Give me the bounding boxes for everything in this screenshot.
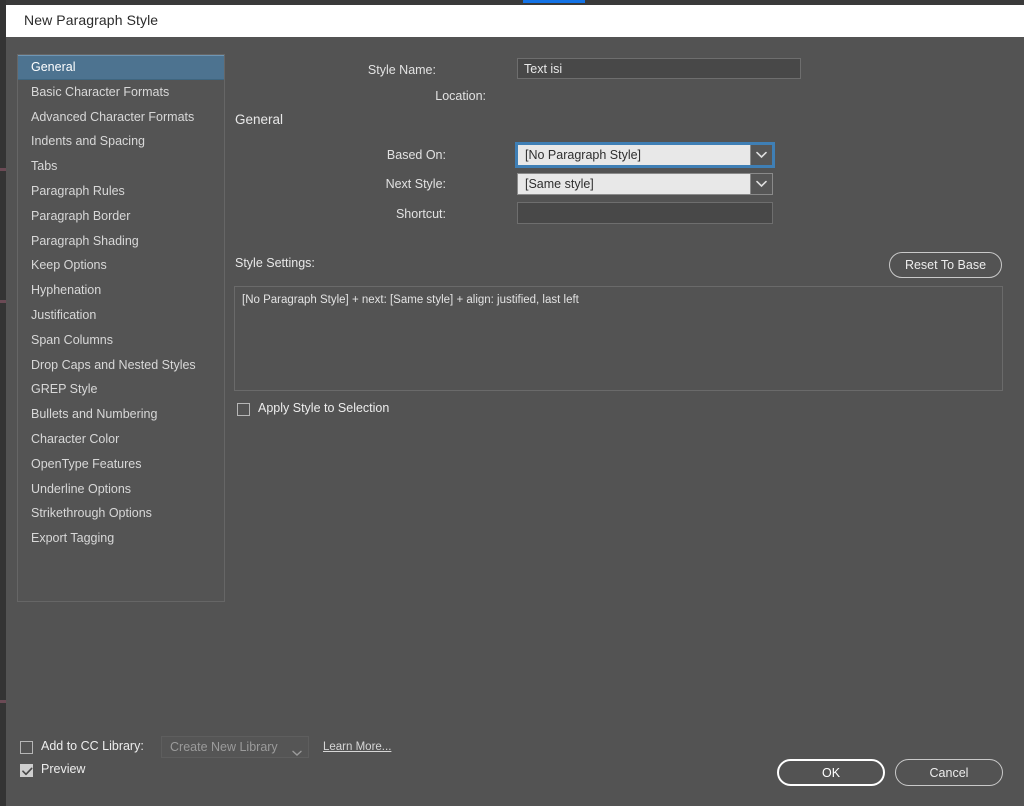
section-heading-general: General [235,112,284,127]
chevron-down-icon[interactable] [750,174,772,194]
location-label: Location: [435,89,486,103]
new-paragraph-style-dialog: New Paragraph Style General Basic Charact… [6,5,1024,806]
next-style-combobox[interactable]: [Same style] [517,173,773,195]
dialog-titlebar: New Paragraph Style [6,5,1024,37]
style-settings-box: [No Paragraph Style] + next: [Same style… [234,286,1003,391]
style-name-input[interactable]: Text isi [517,58,801,79]
based-on-combobox[interactable]: [No Paragraph Style] [515,142,775,168]
dialog-title: New Paragraph Style [24,12,159,28]
apply-style-to-selection-label: Apply Style to Selection [258,401,390,415]
style-name-label: Style Name: [367,63,436,77]
chevron-down-icon[interactable] [292,744,302,762]
cancel-button[interactable]: Cancel [895,759,1003,786]
dialog-content-pane: Style Name: Text isi Location: General B… [6,37,1024,806]
cc-library-combobox[interactable]: Create New Library [161,736,309,758]
cc-library-value: Create New Library [170,740,278,754]
shortcut-input[interactable] [517,202,773,224]
style-settings-text: [No Paragraph Style] + next: [Same style… [242,294,579,306]
checkbox-box[interactable] [20,764,33,777]
next-style-value: [Same style] [525,177,594,191]
next-style-label: Next Style: [385,177,446,191]
chevron-down-icon[interactable] [750,145,772,165]
reset-to-base-button[interactable]: Reset To Base [889,252,1002,278]
shortcut-label: Shortcut: [395,207,446,221]
ok-button[interactable]: OK [777,759,885,786]
checkbox-box[interactable] [237,403,250,416]
preview-label: Preview [41,762,86,776]
checkbox-box[interactable] [20,741,33,754]
add-to-cc-library-label: Add to CC Library: [41,739,144,753]
based-on-value: [No Paragraph Style] [525,148,642,162]
learn-more-link[interactable]: Learn More... [323,741,391,753]
based-on-label: Based On: [386,148,446,162]
style-settings-label: Style Settings: [235,256,315,270]
host-app-active-tab-accent [523,0,585,3]
